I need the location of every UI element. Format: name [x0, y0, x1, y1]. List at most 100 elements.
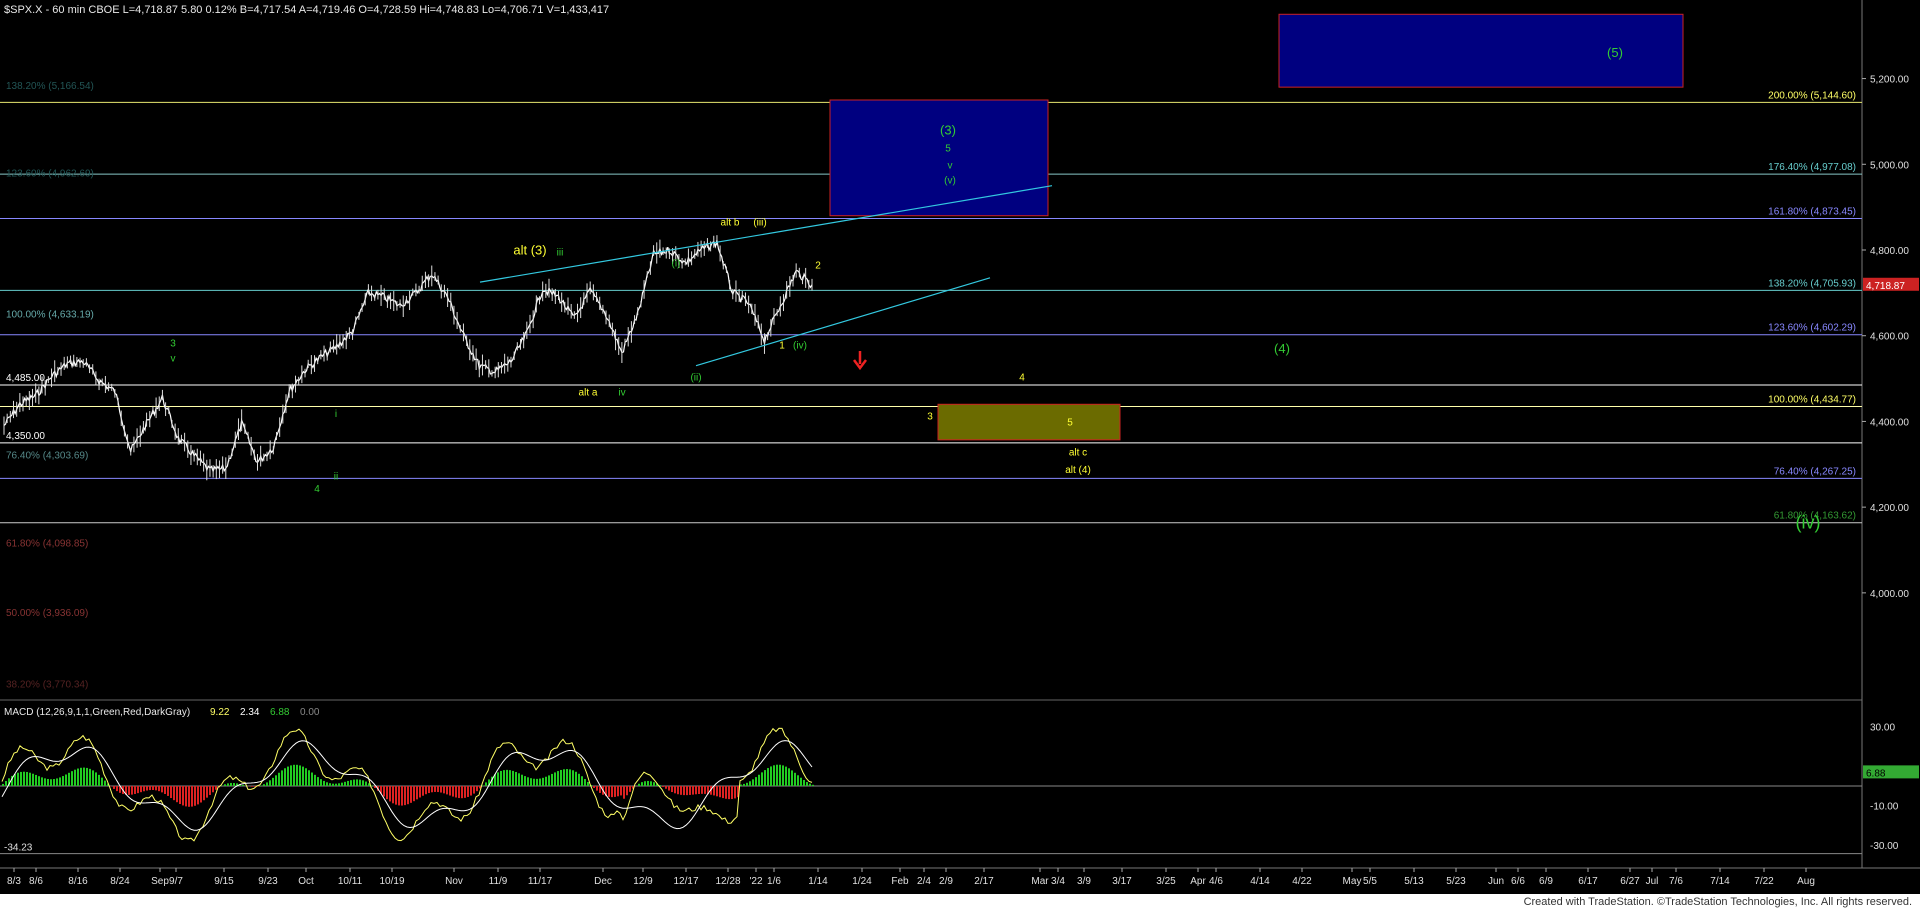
- macd-histogram-bar: [797, 775, 799, 786]
- macd-histogram-bar: [734, 785, 736, 799]
- macd-histogram-bar: [482, 785, 484, 786]
- wave-label: 3: [170, 338, 176, 349]
- macd-histogram-bar: [467, 785, 469, 797]
- macd-histogram-bar: [323, 780, 325, 786]
- macd-histogram-bar: [77, 768, 79, 786]
- price-axis-label: 4,800.00: [1870, 246, 1909, 257]
- macd-histogram-bar: [581, 776, 583, 786]
- macd-histogram-bar: [44, 778, 46, 786]
- wave-label: v: [171, 353, 176, 364]
- price-chart[interactable]: 200.00% (5,144.60)176.40% (4,977.08)161.…: [0, 0, 1920, 894]
- time-axis-label: 5/5: [1363, 876, 1377, 887]
- macd-histogram-bar: [527, 777, 529, 786]
- macd-histogram-bar: [386, 785, 388, 800]
- macd-histogram-bar: [803, 780, 805, 786]
- left-level-label: 76.40% (4,303.69): [6, 451, 88, 462]
- time-axis-label: 5/23: [1446, 876, 1466, 887]
- macd-histogram-bar: [152, 785, 154, 790]
- macd-histogram-bar: [812, 784, 814, 786]
- wave-label: 3: [927, 411, 933, 422]
- wave-label: (i): [672, 258, 681, 269]
- macd-histogram-bar: [785, 766, 787, 786]
- macd-histogram-bar: [620, 785, 622, 796]
- macd-histogram-bar: [332, 783, 334, 786]
- macd-histogram-bar: [128, 785, 130, 795]
- macd-histogram-bar: [671, 785, 673, 793]
- macd-histogram-bar: [335, 783, 337, 786]
- macd-histogram-bar: [251, 785, 253, 787]
- macd-histogram-bar: [362, 780, 364, 786]
- macd-histogram-bar: [317, 777, 319, 786]
- macd-histogram-bar: [326, 782, 328, 786]
- time-axis-label: 5/13: [1404, 876, 1424, 887]
- time-axis-label: 11/9: [489, 876, 508, 887]
- wave-label: 5: [945, 143, 951, 154]
- macd-histogram-bar: [329, 783, 331, 786]
- macd-histogram-bar: [161, 785, 163, 793]
- macd-histogram-bar: [359, 779, 361, 786]
- wave-label: v: [948, 161, 953, 172]
- time-axis-label: May: [1343, 876, 1362, 887]
- macd-histogram-bar: [431, 785, 433, 793]
- macd-histogram-bar: [170, 785, 172, 799]
- fib-level-label: 176.40% (4,977.08): [1768, 162, 1856, 173]
- macd-histogram-bar: [575, 771, 577, 786]
- macd-histogram-bar: [743, 783, 745, 786]
- macd-histogram-bar: [662, 785, 664, 787]
- macd-histogram-bar: [356, 779, 358, 786]
- time-axis-label: 8/3: [7, 876, 21, 887]
- chart-window: 200.00% (5,144.60) 176.40% (4,977.08) 161.…: [0, 0, 1920, 912]
- macd-histogram-bar: [167, 785, 169, 796]
- macd-histogram-bar: [113, 785, 115, 789]
- macd-histogram-bar: [698, 785, 700, 794]
- last-price-label: 4,718.87: [1866, 281, 1905, 292]
- macd-value: 2.34: [240, 707, 260, 718]
- wave-label: (v): [944, 176, 956, 187]
- macd-histogram-bar: [758, 774, 760, 786]
- macd-histogram-bar: [305, 768, 307, 786]
- macd-histogram-bar: [788, 768, 790, 786]
- macd-histogram-bar: [188, 785, 190, 807]
- time-axis-label: 6/9: [1539, 876, 1553, 887]
- macd-histogram-bar: [266, 782, 268, 786]
- macd-histogram-bar: [746, 782, 748, 786]
- macd-histogram-bar: [755, 777, 757, 786]
- time-axis-label: Mar: [1031, 876, 1049, 887]
- macd-histogram-bar: [650, 781, 652, 786]
- macd-histogram-bar: [65, 774, 67, 786]
- macd-histogram-bar: [227, 783, 229, 786]
- macd-last-label: 6.88: [1866, 768, 1886, 779]
- macd-histogram-bar: [275, 775, 277, 786]
- macd-axis-label: 30.00: [1870, 723, 1895, 734]
- macd-histogram-bar: [413, 785, 415, 802]
- macd-histogram-bar: [566, 769, 568, 786]
- wave-label: (3): [940, 122, 956, 137]
- macd-histogram-bar: [2, 783, 4, 786]
- left-level-label: 61.80% (4,098.85): [6, 538, 88, 549]
- wave-label: alt a: [579, 388, 598, 399]
- macd-histogram-bar: [224, 784, 226, 786]
- macd-histogram-bar: [116, 785, 118, 792]
- macd-histogram-bar: [383, 785, 385, 797]
- time-axis-label: Jun: [1488, 876, 1504, 887]
- time-axis-label: 2/17: [974, 876, 994, 887]
- wave-label: (iv): [1796, 513, 1821, 533]
- time-axis-label: Sep: [151, 876, 169, 887]
- macd-title: MACD (12,26,9,1,1,Green,Red,DarkGray): [4, 707, 190, 718]
- macd-histogram-bar: [473, 785, 475, 794]
- wave-label: (5): [1607, 45, 1623, 60]
- macd-histogram-bar: [395, 785, 397, 805]
- macd-histogram-bar: [719, 785, 721, 798]
- footer: Created with TradeStation. ©TradeStation…: [0, 894, 1920, 912]
- macd-histogram-bar: [149, 785, 151, 791]
- fib-level-label: 161.80% (4,873.45): [1768, 207, 1856, 218]
- macd-histogram-bar: [794, 772, 796, 786]
- macd-histogram-bar: [515, 771, 517, 786]
- macd-histogram-bar: [416, 785, 418, 800]
- macd-histogram-bar: [791, 770, 793, 786]
- macd-histogram-bar: [47, 778, 49, 786]
- macd-histogram-bar: [179, 785, 181, 805]
- macd-histogram-bar: [497, 772, 499, 786]
- macd-histogram-bar: [203, 785, 205, 801]
- macd-histogram-bar: [17, 772, 19, 786]
